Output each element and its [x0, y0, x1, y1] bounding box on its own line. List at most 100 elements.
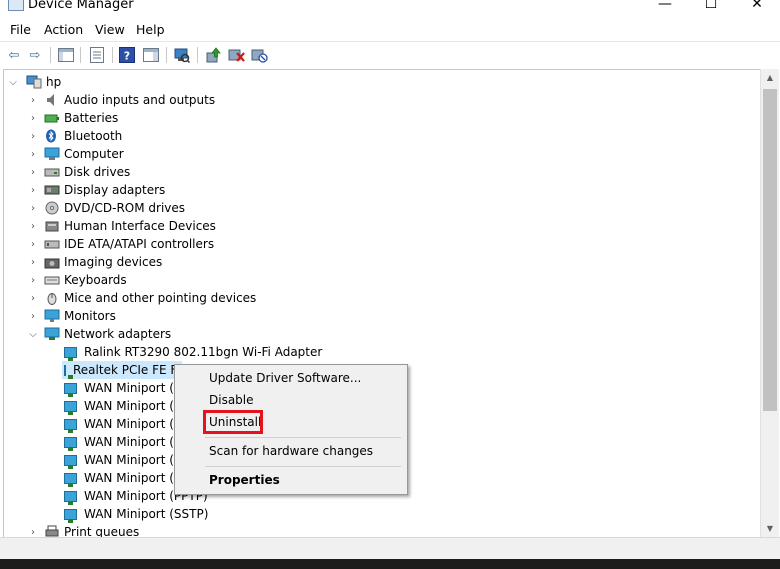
toolbar-separator	[197, 47, 198, 63]
uninstall-device-icon[interactable]	[228, 46, 246, 64]
computer-root-icon	[26, 75, 42, 89]
network-adapter-icon	[64, 400, 77, 415]
tree-category-bluetooth[interactable]: Bluetooth	[44, 127, 122, 145]
chevron-right-icon[interactable]: ›	[28, 271, 38, 289]
tree-category-hid[interactable]: Human Interface Devices	[44, 217, 216, 235]
category-label: Disk drives	[64, 165, 131, 179]
uninstall-highlight-box	[203, 410, 263, 434]
scan-hardware-icon[interactable]	[173, 46, 191, 64]
tree-category-monitors[interactable]: Monitors	[44, 307, 116, 325]
menu-bar: File Action View Help	[0, 18, 780, 41]
tree-category-batteries[interactable]: Batteries	[44, 109, 118, 127]
mouse-icon	[44, 291, 60, 305]
chevron-right-icon[interactable]: ›	[28, 235, 38, 253]
category-label: Human Interface Devices	[64, 219, 216, 233]
hid-icon	[44, 219, 60, 233]
camera-icon	[44, 255, 60, 269]
network-device-wan-pppoe[interactable]: WAN Miniport (P	[62, 469, 181, 487]
forward-arrow-icon[interactable]: ⇨	[26, 46, 44, 64]
help-icon[interactable]: ?	[118, 46, 136, 64]
minimize-button[interactable]: —	[642, 0, 688, 16]
vertical-scrollbar[interactable]: ▲ ▼	[760, 69, 779, 537]
speaker-icon	[44, 93, 60, 107]
network-adapter-icon	[64, 364, 73, 379]
chevron-right-icon[interactable]: ›	[28, 91, 38, 109]
tree-category-mice[interactable]: Mice and other pointing devices	[44, 289, 256, 307]
chevron-right-icon[interactable]: ›	[28, 127, 38, 145]
network-adapter-icon	[64, 472, 77, 487]
keyboard-icon	[44, 273, 60, 287]
action-pane-icon[interactable]	[142, 46, 160, 64]
network-device-wan-sstp[interactable]: WAN Miniport (SSTP)	[62, 505, 208, 523]
chevron-right-icon[interactable]: ›	[28, 199, 38, 217]
menu-item-disable[interactable]: Disable	[209, 393, 254, 407]
tree-category-audio[interactable]: Audio inputs and outputs	[44, 91, 215, 109]
console-tree-icon[interactable]	[57, 46, 75, 64]
window-title: Device Manager	[28, 0, 134, 12]
status-bar	[0, 537, 780, 560]
chevron-right-icon[interactable]: ›	[28, 253, 38, 271]
menu-view[interactable]: View	[95, 22, 125, 37]
chevron-right-icon[interactable]: ›	[28, 163, 38, 181]
chevron-right-icon[interactable]: ›	[28, 109, 38, 127]
tree-root-hp[interactable]: hp	[26, 73, 61, 91]
chevron-right-icon[interactable]: ›	[28, 307, 38, 325]
menu-item-scan-hardware[interactable]: Scan for hardware changes	[209, 444, 373, 458]
menu-separator	[205, 437, 401, 438]
scroll-up-arrow-icon[interactable]: ▲	[761, 69, 779, 86]
chevron-down-icon[interactable]: ⌵	[8, 73, 18, 91]
network-device-wan-network-monitor[interactable]: WAN Miniport (N	[62, 451, 183, 469]
menu-item-properties[interactable]: Properties	[209, 473, 280, 487]
network-device-wan-l2tp[interactable]: WAN Miniport (L	[62, 433, 181, 451]
monitor-icon	[44, 309, 60, 323]
chevron-right-icon[interactable]: ›	[28, 181, 38, 199]
toolbar-separator	[80, 47, 81, 63]
scroll-down-arrow-icon[interactable]: ▼	[761, 520, 779, 537]
disable-device-icon[interactable]	[251, 46, 269, 64]
chevron-right-icon[interactable]: ›	[28, 145, 38, 163]
device-label: WAN Miniport (IP	[84, 399, 185, 413]
menu-help[interactable]: Help	[136, 22, 165, 37]
network-device-wan-ip[interactable]: WAN Miniport (IP	[62, 397, 185, 415]
tree-root-label: hp	[46, 75, 62, 89]
dvd-icon	[44, 201, 60, 215]
context-menu: Update Driver Software... Disable Uninst…	[174, 364, 408, 495]
network-device-wan-ikev2[interactable]: WAN Miniport (IK	[62, 379, 185, 397]
category-label: IDE ATA/ATAPI controllers	[64, 237, 215, 251]
menu-file[interactable]: File	[10, 22, 31, 37]
tree-category-dvd[interactable]: DVD/CD-ROM drives	[44, 199, 185, 217]
chevron-right-icon[interactable]: ›	[28, 217, 38, 235]
device-manager-app-icon	[8, 0, 24, 11]
category-label: Imaging devices	[64, 255, 163, 269]
menu-item-update-driver[interactable]: Update Driver Software...	[209, 371, 361, 385]
tree-category-keyboards[interactable]: Keyboards	[44, 271, 127, 289]
chevron-right-icon[interactable]: ›	[28, 289, 38, 307]
network-adapter-icon	[64, 436, 77, 451]
tree-category-imaging[interactable]: Imaging devices	[44, 253, 162, 271]
chevron-down-icon[interactable]: ⌵	[28, 325, 38, 343]
maximize-button[interactable]: ☐	[688, 0, 734, 16]
network-device-realtek-selected[interactable]: Realtek PCIe FE Fa	[62, 361, 184, 379]
tree-category-display-adapters[interactable]: Display adapters	[44, 181, 165, 199]
close-button[interactable]: ✕	[734, 0, 780, 16]
update-driver-icon[interactable]	[204, 46, 222, 64]
scroll-thumb[interactable]	[763, 89, 777, 411]
network-device-ralink[interactable]: Ralink RT3290 802.11bgn Wi-Fi Adapter	[62, 343, 322, 361]
category-label: Bluetooth	[64, 129, 123, 143]
category-label: Computer	[64, 147, 124, 161]
tree-category-ide[interactable]: IDE ATA/ATAPI controllers	[44, 235, 214, 253]
network-adapter-icon	[64, 508, 77, 523]
network-adapter-icon	[44, 327, 60, 341]
tree-category-network-adapters[interactable]: Network adapters	[44, 325, 171, 343]
menu-action[interactable]: Action	[44, 22, 83, 37]
network-adapter-icon	[64, 418, 77, 433]
back-arrow-icon[interactable]: ⇦	[5, 46, 23, 64]
tree-category-computer[interactable]: Computer	[44, 145, 124, 163]
network-device-wan-ipv6[interactable]: WAN Miniport (IP	[62, 415, 185, 433]
category-label: DVD/CD-ROM drives	[64, 201, 186, 215]
category-label: Monitors	[64, 309, 116, 323]
properties-icon[interactable]	[88, 46, 106, 64]
network-adapter-icon	[64, 454, 77, 469]
network-adapter-icon	[64, 346, 77, 361]
tree-category-disk-drives[interactable]: Disk drives	[44, 163, 130, 181]
